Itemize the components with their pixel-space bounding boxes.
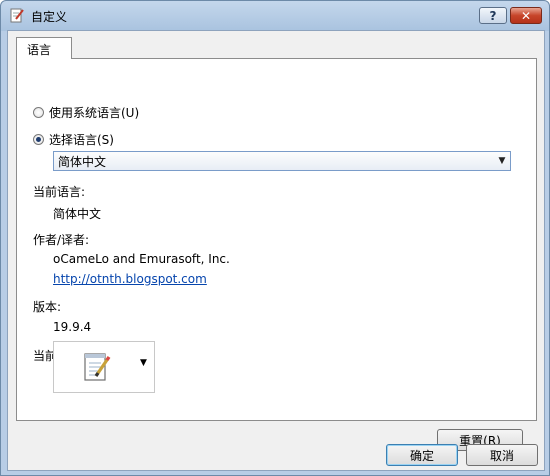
cancel-button[interactable]: 取消 bbox=[466, 444, 538, 466]
version-label: 版本: bbox=[33, 300, 62, 314]
window-title: 自定义 bbox=[31, 10, 68, 24]
language-panel: 使用系统语言(U) 选择语言(S) 简体中文 ▼ 当前语言: 简体中文 作者/译… bbox=[16, 58, 537, 451]
help-button[interactable]: ? bbox=[479, 7, 507, 24]
author-label: 作者/译者: bbox=[33, 233, 90, 247]
select-language-radio[interactable]: 选择语言(S) bbox=[33, 131, 114, 148]
notepad-pen-icon bbox=[84, 353, 111, 381]
current-icon-picker[interactable]: ▼ bbox=[53, 341, 155, 393]
radio-checked[interactable] bbox=[33, 134, 44, 145]
current-language-label: 当前语言: bbox=[33, 185, 86, 199]
current-language-value: 简体中文 bbox=[53, 207, 102, 221]
use-system-language-label: 使用系统语言(U) bbox=[49, 106, 140, 120]
author-url-link[interactable]: http://otnth.blogspot.com bbox=[53, 272, 207, 286]
dialog-window: 自定义 ? ✕ 语言 使用系统语言(U) 选择语言(S) 简体中文 ▼ 当前语言… bbox=[0, 0, 550, 476]
use-system-language-radio[interactable]: 使用系统语言(U) bbox=[33, 104, 139, 121]
notepad-pen-icon bbox=[10, 8, 24, 23]
language-select-value: 简体中文 bbox=[58, 154, 107, 169]
select-language-label: 选择语言(S) bbox=[49, 133, 114, 147]
language-select[interactable]: 简体中文 ▼ bbox=[53, 151, 511, 171]
dialog-client: 语言 使用系统语言(U) 选择语言(S) 简体中文 ▼ 当前语言: 简体中文 作… bbox=[7, 30, 545, 471]
chevron-down-icon[interactable]: ▼ bbox=[140, 358, 147, 368]
radio-unchecked[interactable] bbox=[33, 107, 44, 118]
author-name: oCameLo and Emurasoft, Inc. bbox=[53, 252, 230, 266]
ok-button[interactable]: 确定 bbox=[386, 444, 458, 466]
chevron-down-icon[interactable]: ▼ bbox=[494, 156, 510, 166]
close-button[interactable]: ✕ bbox=[510, 7, 542, 24]
version-value: 19.9.4 bbox=[53, 320, 92, 334]
title-bar[interactable]: 自定义 ? ✕ bbox=[1, 1, 549, 29]
tab-language[interactable]: 语言 bbox=[16, 37, 72, 59]
